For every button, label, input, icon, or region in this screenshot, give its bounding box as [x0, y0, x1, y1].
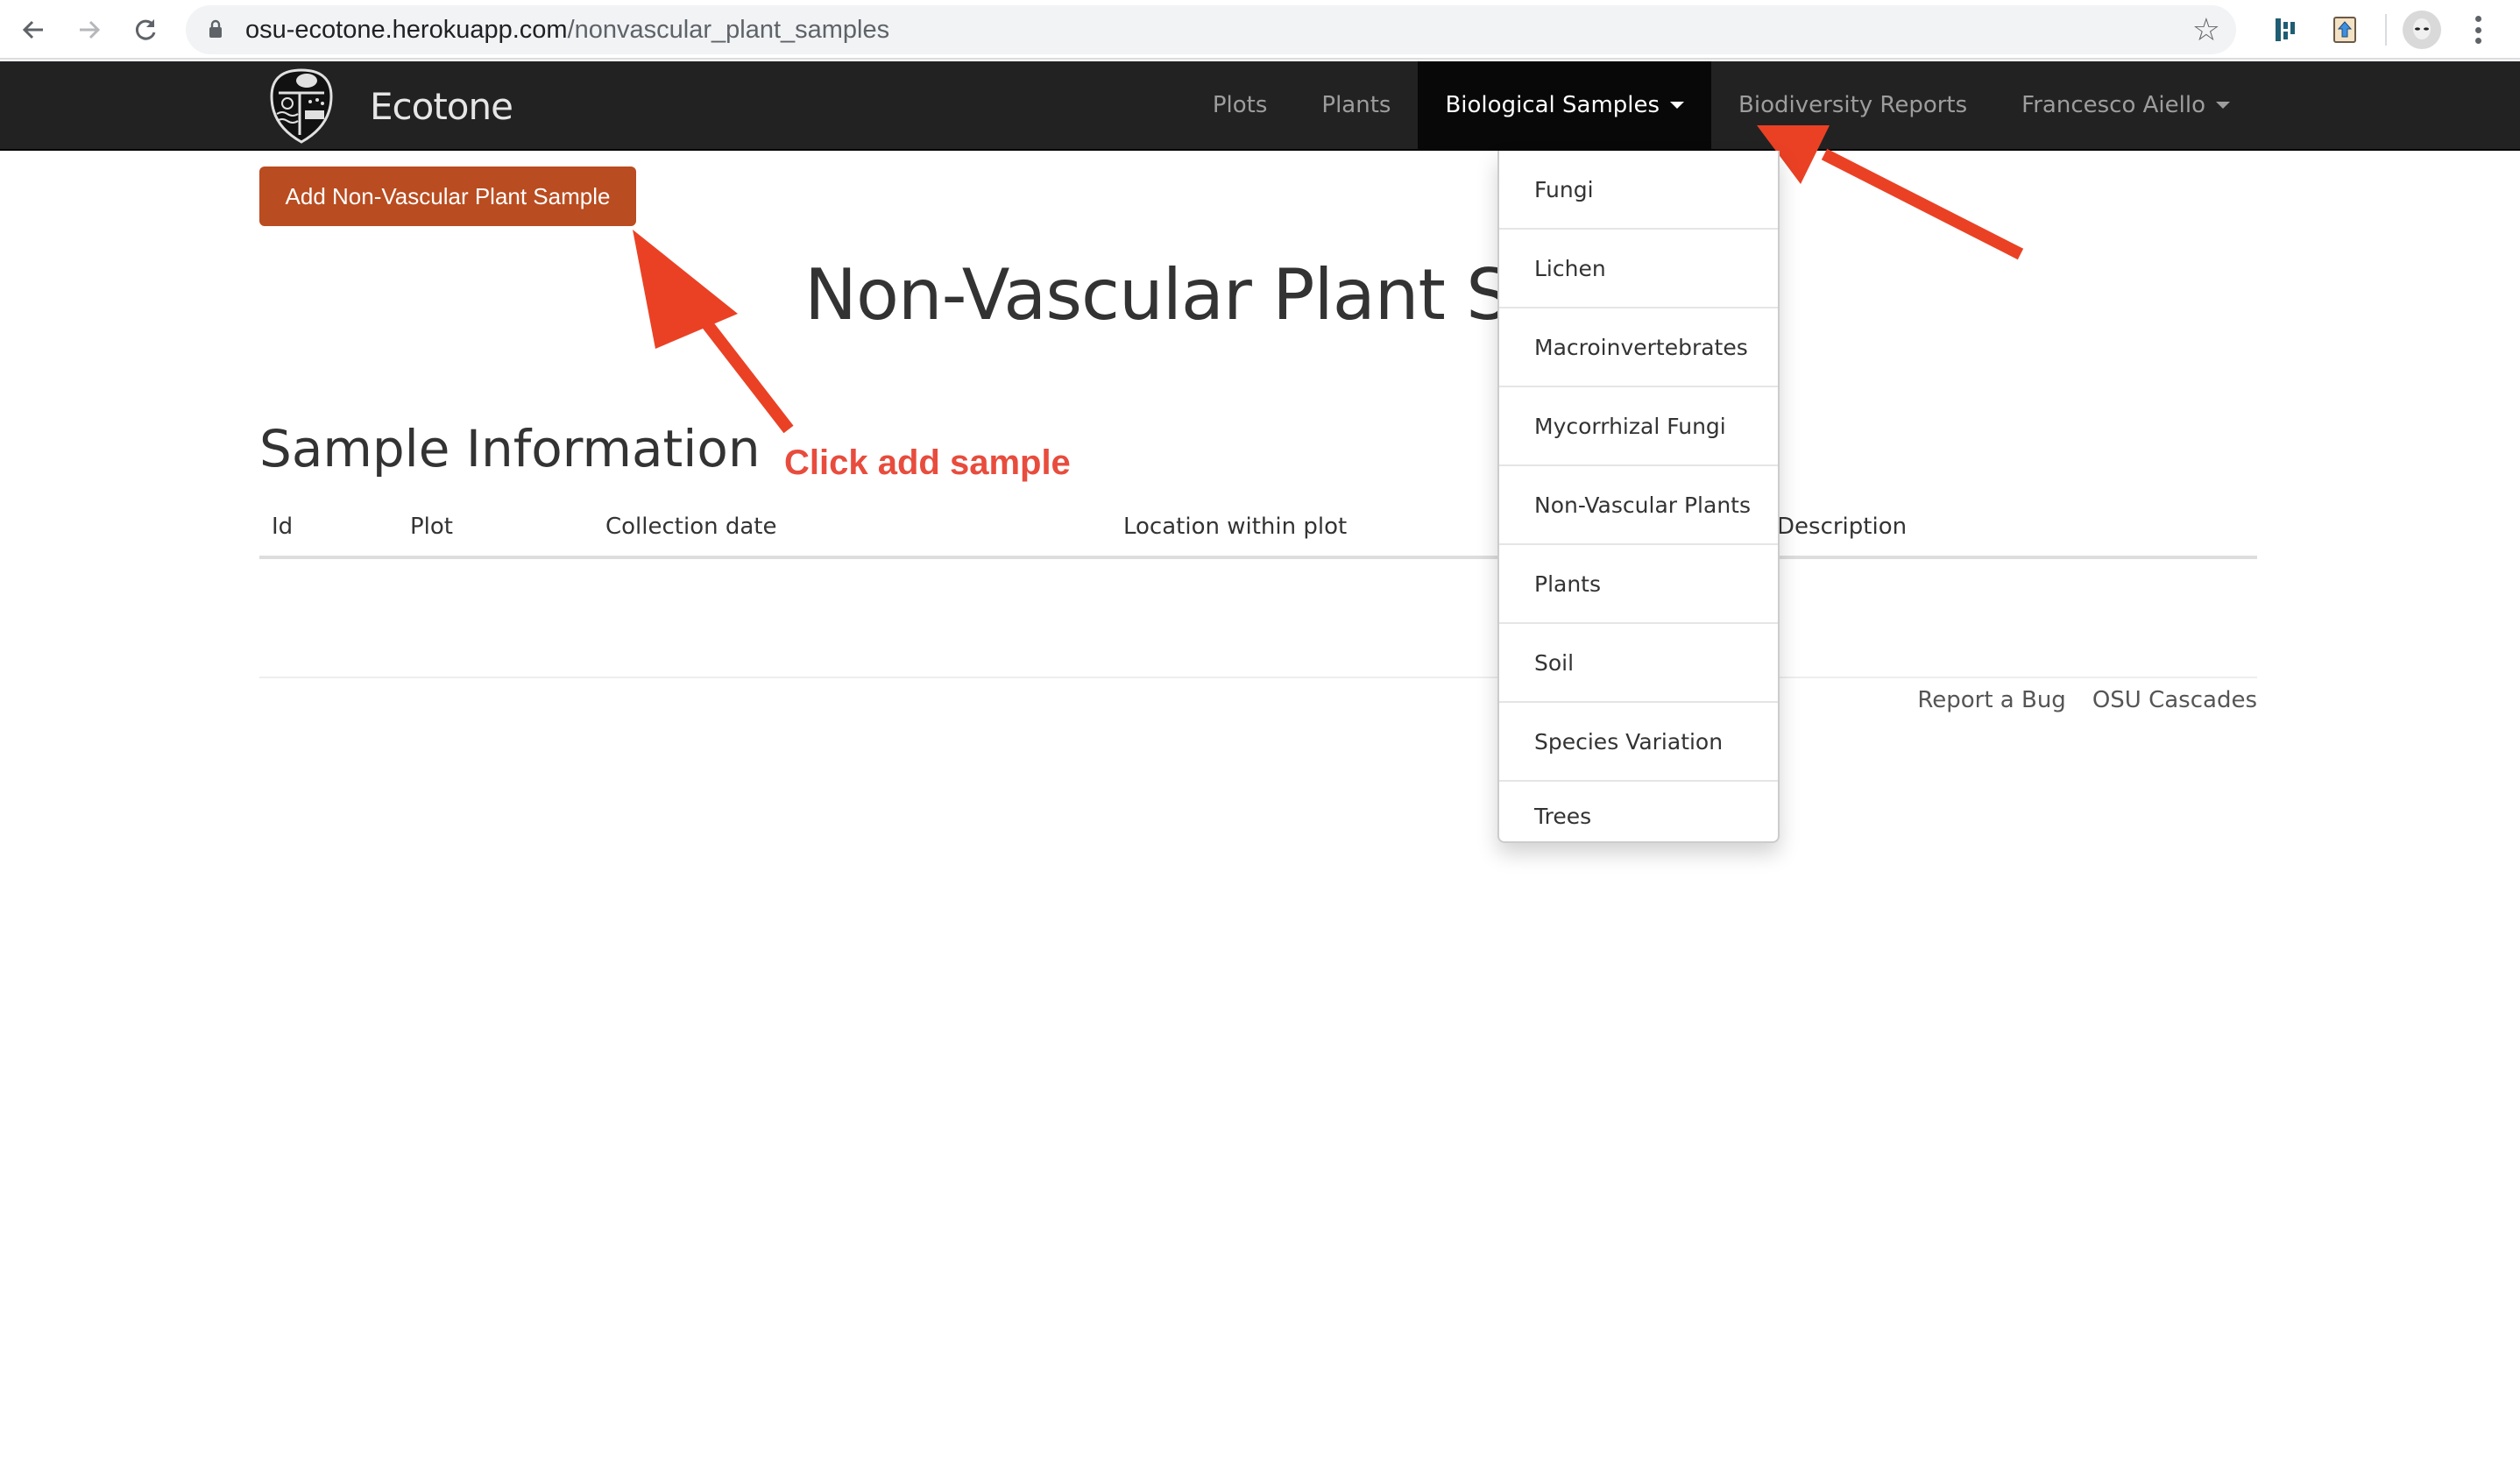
caret-down-icon: [1670, 102, 1685, 109]
main-navbar: Ecotone Plots Plants Biological Samples …: [0, 61, 2520, 151]
dropdown-item-fungi[interactable]: Fungi: [1499, 151, 1778, 230]
reload-button[interactable]: [126, 11, 165, 49]
reload-icon: [135, 19, 156, 40]
nav-item-label: Plants: [1321, 92, 1391, 118]
caret-down-icon: [2216, 102, 2230, 109]
nav-item-user-menu[interactable]: Francesco Aiello: [1994, 61, 2257, 149]
column-header-location[interactable]: Location within plot: [1123, 514, 1347, 540]
report-bug-link[interactable]: Report a Bug: [1917, 687, 2065, 713]
column-header-plot[interactable]: Plot: [410, 514, 453, 540]
add-nonvascular-sample-button[interactable]: Add Non-Vascular Plant Sample: [259, 167, 636, 226]
bookmark-star-icon[interactable]: ☆: [2192, 12, 2220, 48]
nav-item-biodiversity-reports[interactable]: Biodiversity Reports: [1711, 61, 1994, 149]
dropdown-item-lichen[interactable]: Lichen: [1499, 230, 1778, 308]
url-path: /nonvascular_plant_samples: [567, 16, 890, 44]
profile-avatar[interactable]: [2403, 11, 2441, 49]
dashlane-extension-icon[interactable]: [2266, 11, 2304, 49]
table-header-row: Id Plot Collection date Location within …: [259, 503, 2257, 559]
nav-menu: Plots Plants Biological Samples Biodiver…: [1186, 61, 2257, 149]
page-title: Non-Vascular Plant Samples: [804, 254, 1760, 336]
url-host: osu-ecotone.herokuapp.com: [245, 16, 568, 44]
dropdown-item-macroinvertebrates[interactable]: Macroinvertebrates: [1499, 308, 1778, 387]
browser-menu-icon[interactable]: [2469, 12, 2487, 47]
nav-item-plants[interactable]: Plants: [1294, 61, 1418, 149]
dropdown-item-plants[interactable]: Plants: [1499, 545, 1778, 624]
column-header-description[interactable]: Description: [1777, 514, 1907, 540]
toolbar-divider: [2385, 14, 2387, 46]
brand-link[interactable]: Ecotone: [268, 67, 513, 145]
biological-samples-dropdown: Fungi Lichen Macroinvertebrates Mycorrhi…: [1497, 151, 1780, 843]
arrow-right-icon: [80, 20, 101, 39]
samples-table: Id Plot Collection date Location within …: [259, 503, 2257, 559]
dropdown-item-species-variation[interactable]: Species Variation: [1499, 703, 1778, 782]
lock-icon: [209, 19, 222, 38]
alien-avatar-icon: [2413, 18, 2431, 39]
brand-name: Ecotone: [370, 84, 513, 128]
annotation-callout: Click add sample: [784, 443, 1071, 482]
column-header-collection-date[interactable]: Collection date: [605, 514, 777, 540]
back-button[interactable]: [14, 11, 53, 49]
nav-item-biological-samples[interactable]: Biological Samples: [1418, 61, 1712, 149]
osu-shield-logo-icon: [270, 68, 333, 144]
section-title: Sample Information: [259, 419, 761, 478]
nav-item-label: Francesco Aiello: [2021, 92, 2205, 118]
column-header-id[interactable]: Id: [272, 514, 293, 540]
browser-toolbar: osu-ecotone.herokuapp.com/nonvascular_pl…: [0, 0, 2520, 60]
upload-extension-icon[interactable]: [2325, 11, 2364, 49]
forward-button[interactable]: [70, 11, 109, 49]
dropdown-item-mycorrhizal-fungi[interactable]: Mycorrhizal Fungi: [1499, 387, 1778, 466]
osu-cascades-link[interactable]: OSU Cascades: [2092, 687, 2257, 713]
dropdown-item-trees[interactable]: Trees: [1499, 782, 1778, 850]
nav-item-label: Biodiversity Reports: [1738, 92, 1968, 118]
nav-item-label: Biological Samples: [1445, 92, 1660, 118]
address-bar[interactable]: osu-ecotone.herokuapp.com/nonvascular_pl…: [186, 5, 2236, 54]
footer-divider: [259, 677, 2257, 678]
nav-item-label: Plots: [1212, 92, 1268, 118]
arrow-left-icon: [22, 20, 43, 39]
dropdown-item-soil[interactable]: Soil: [1499, 624, 1778, 703]
nav-item-plots[interactable]: Plots: [1186, 61, 1295, 149]
url-text[interactable]: osu-ecotone.herokuapp.com/nonvascular_pl…: [245, 16, 889, 45]
dropdown-item-non-vascular-plants[interactable]: Non-Vascular Plants: [1499, 466, 1778, 545]
footer: Report a Bug OSU Cascades: [1917, 687, 2257, 713]
